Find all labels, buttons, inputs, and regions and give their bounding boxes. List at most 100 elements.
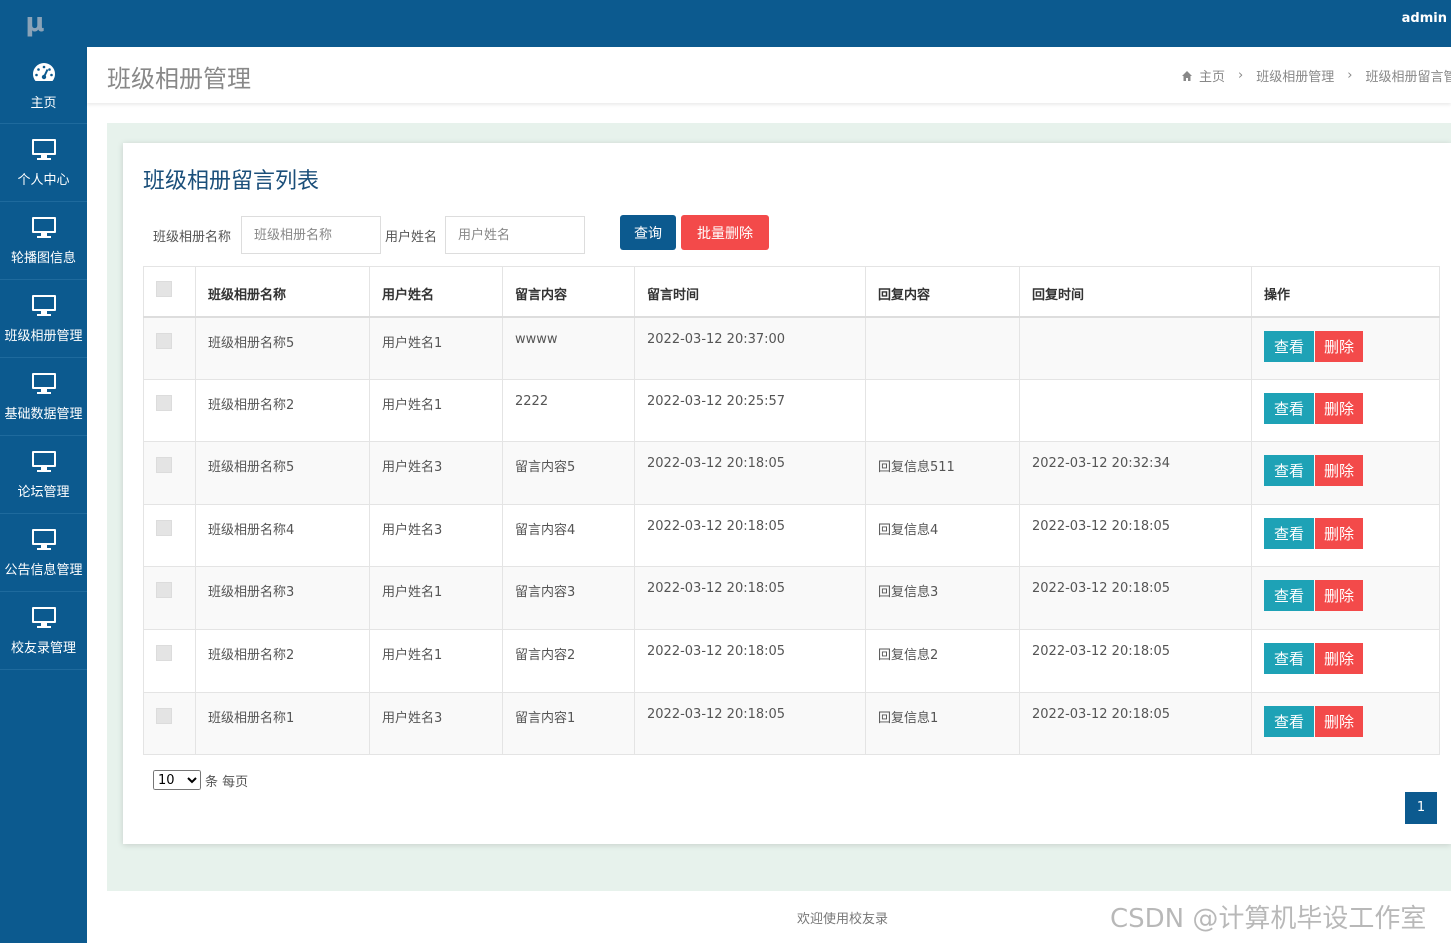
view-button[interactable]: 查看 [1264,580,1314,612]
sidebar-item-label: 班级相册管理 [4,329,83,344]
monitor-icon [31,529,56,550]
row-checkbox[interactable] [156,644,172,661]
album-cell: 班级相册名称4 [195,503,370,568]
album-cell: 班级相册名称5 [195,316,370,380]
reply-time-cell: 2022-03-12 20:18:05 [1019,691,1252,756]
row-checkbox[interactable] [156,332,172,349]
column-header[interactable]: 留言时间 [634,266,866,317]
user-name-label: 用户姓名 [385,230,438,245]
sidebar-item-profile[interactable]: 个人中心 [0,124,87,202]
column-header[interactable]: 回复时间 [1019,266,1252,317]
user-cell: 用户姓名3 [369,691,503,756]
query-button[interactable]: 查询 [620,215,676,250]
delete-button[interactable]: 删除 [1315,392,1363,424]
row-select-cell [143,378,196,443]
table-row: 班级相册名称4 用户姓名3 留言内容4 2022-03-12 20:18:05 … [143,503,1440,568]
sidebar-item-basic-data[interactable]: 基础数据管理 [0,358,87,436]
delete-button[interactable]: 删除 [1315,642,1363,674]
column-header: 操作 [1251,266,1440,317]
row-checkbox[interactable] [156,457,172,474]
column-header[interactable]: 留言内容 [502,266,635,317]
view-button[interactable]: 查看 [1264,455,1314,487]
table-row: 班级相册名称3 用户姓名1 留言内容3 2022-03-12 20:18:05 … [143,566,1440,630]
table-row: 班级相册名称5 用户姓名1 wwww 2022-03-12 20:37:00 查… [143,316,1440,380]
breadcrumb-home[interactable]: 主页 [1199,66,1225,85]
page-size-suffix: 条 每页 [205,774,249,790]
row-select-cell [143,691,196,756]
time-cell: 2022-03-12 20:25:57 [634,378,866,443]
reply-cell: 回复信息511 [865,441,1020,505]
select-all-cell [143,266,196,317]
dashboard-icon [32,62,55,81]
actions-cell: 查看 删除 [1251,316,1440,380]
user-cell: 用户姓名3 [369,503,503,568]
column-header[interactable]: 班级相册名称 [195,266,370,317]
monitor-icon [31,451,56,472]
delete-button[interactable]: 删除 [1315,705,1363,737]
album-cell: 班级相册名称2 [195,378,370,443]
content-cell: 留言内容5 [502,441,635,505]
view-button[interactable]: 查看 [1264,392,1314,424]
delete-button[interactable]: 删除 [1315,330,1363,362]
breadcrumb: 主页 › 班级相册管理 › 班级相册留言管理 [1181,66,1451,85]
column-header[interactable]: 回复内容 [865,266,1020,317]
album-cell: 班级相册名称3 [195,566,370,630]
page-title: 班级相册管理 [107,65,251,93]
sidebar-item-carousel[interactable]: 轮播图信息 [0,202,87,280]
table-header-row: 班级相册名称 用户姓名 留言内容 留言时间 回复内容 回复时间 操作 [143,266,1440,317]
row-checkbox[interactable] [156,707,172,724]
content-cell: 2222 [502,378,635,443]
sidebar-item-notice[interactable]: 公告信息管理 [0,514,87,592]
breadcrumb-current: 班级相册留言管理 [1365,70,1451,85]
column-header[interactable]: 用户姓名 [369,266,503,317]
delete-button[interactable]: 删除 [1315,455,1363,487]
actions-cell: 查看 删除 [1251,378,1440,443]
monitor-icon [31,217,56,238]
delete-button[interactable]: 删除 [1315,517,1363,549]
page-size-select[interactable]: 10 [153,770,201,790]
page-number-button[interactable]: 1 [1405,792,1437,824]
album-cell: 班级相册名称5 [195,441,370,505]
reply-time-cell: 2022-03-12 20:18:05 [1019,503,1252,568]
time-cell: 2022-03-12 20:18:05 [634,628,866,693]
reply-time-cell [1019,316,1252,380]
time-cell: 2022-03-12 20:18:05 [634,503,866,568]
page-size-control: 10 条 每页 [153,770,248,790]
reply-cell [865,316,1020,380]
table-row: 班级相册名称2 用户姓名1 2222 2022-03-12 20:25:57 查… [143,378,1440,443]
view-button[interactable]: 查看 [1264,330,1314,362]
row-checkbox[interactable] [156,582,172,599]
sidebar-item-home[interactable]: 主页 [0,47,87,124]
breadcrumb-album[interactable]: 班级相册管理 [1256,66,1334,85]
select-all-checkbox[interactable] [156,281,172,298]
view-button[interactable]: 查看 [1264,642,1314,674]
footer-text: 欢迎使用校友录 [797,912,889,927]
time-cell: 2022-03-12 20:18:05 [634,441,866,505]
row-checkbox[interactable] [156,394,172,411]
row-select-cell [143,503,196,568]
reply-cell: 回复信息4 [865,503,1020,568]
sidebar-item-alumni[interactable]: 校友录管理 [0,592,87,670]
table-row: 班级相册名称2 用户姓名1 留言内容2 2022-03-12 20:18:05 … [143,628,1440,693]
user-menu[interactable]: admin [1402,11,1447,26]
sidebar-item-forum[interactable]: 论坛管理 [0,436,87,514]
user-cell: 用户姓名1 [369,628,503,693]
sidebar-item-label: 主页 [30,95,57,111]
album-name-input[interactable] [241,216,381,254]
view-button[interactable]: 查看 [1264,517,1314,549]
sidebar-item-label: 基础数据管理 [4,407,83,422]
row-checkbox[interactable] [156,519,172,536]
row-select-cell [143,566,196,630]
user-name-input[interactable] [445,216,585,254]
view-button[interactable]: 查看 [1264,705,1314,737]
delete-button[interactable]: 删除 [1315,580,1363,612]
app-logo[interactable]: μ [24,8,46,38]
actions-cell: 查看 删除 [1251,503,1440,568]
actions-cell: 查看 删除 [1251,628,1440,693]
home-icon [1182,70,1192,81]
sidebar-item-album[interactable]: 班级相册管理 [0,280,87,358]
sidebar-item-label: 论坛管理 [17,485,70,500]
batch-delete-button[interactable]: 批量删除 [681,215,769,250]
time-cell: 2022-03-12 20:18:05 [634,566,866,630]
reply-time-cell: 2022-03-12 20:18:05 [1019,566,1252,630]
